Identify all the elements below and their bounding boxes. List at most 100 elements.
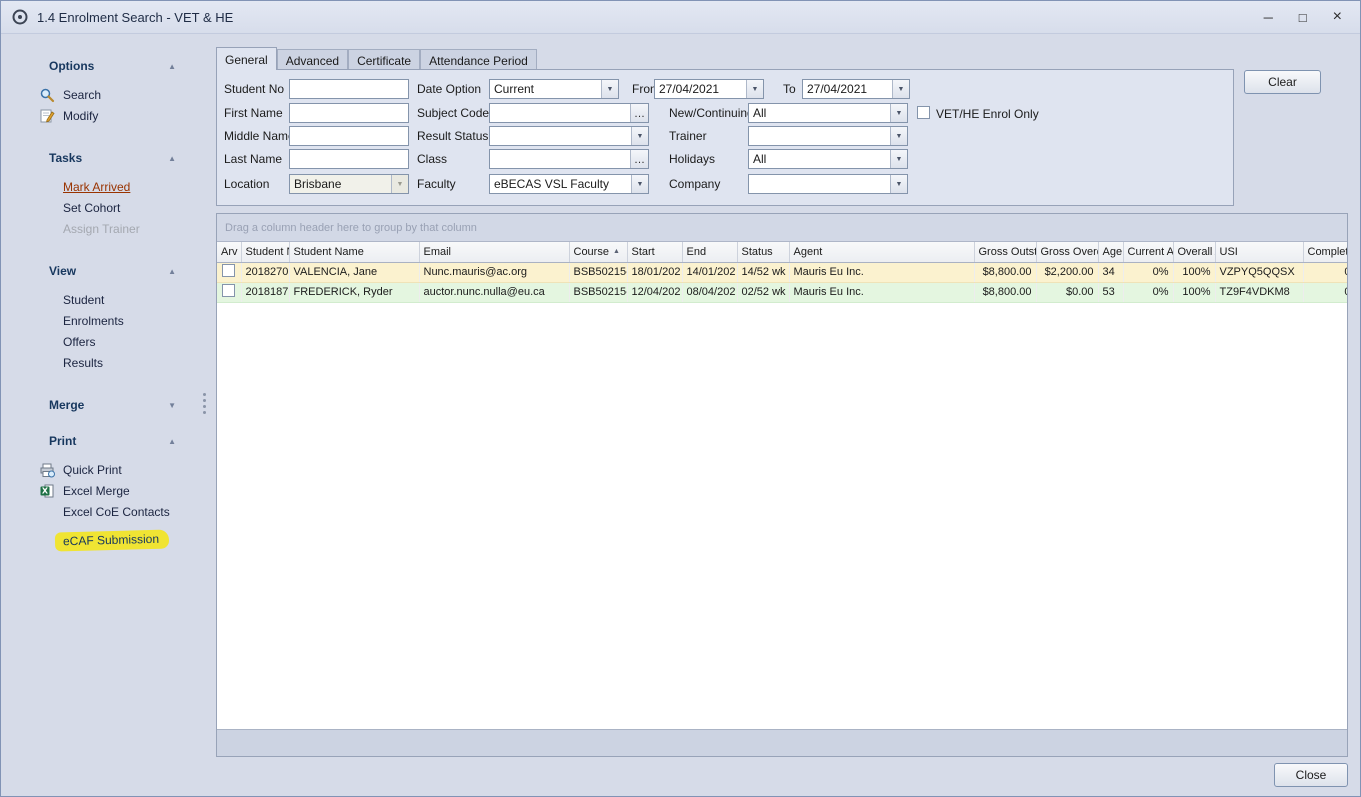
faculty-label: Faculty: [417, 176, 456, 192]
dropdown-arrow-icon[interactable]: ▼: [890, 175, 907, 193]
first-name-input[interactable]: [290, 104, 408, 122]
sidebar-item-mark-arrived[interactable]: Mark Arrived: [1, 176, 206, 197]
trainer-select[interactable]: ▼: [748, 126, 908, 146]
column-header-student-name[interactable]: Student Name: [289, 242, 419, 262]
column-header-end[interactable]: End: [682, 242, 737, 262]
column-header-gross-overdue[interactable]: Gross Overd: [1036, 242, 1098, 262]
column-header-course[interactable]: Course ▲: [569, 242, 627, 262]
collapse-up-icon: ▲: [168, 62, 176, 71]
middle-name-input[interactable]: [290, 127, 408, 145]
cell-student-no: 2018270: [241, 262, 289, 282]
column-header-overall-att[interactable]: Overall At: [1173, 242, 1215, 262]
dropdown-arrow-icon[interactable]: ▼: [890, 127, 907, 145]
minimize-button[interactable]: ─: [1264, 11, 1273, 24]
dropdown-arrow-icon[interactable]: ▼: [631, 127, 648, 145]
date-option-value: Current: [490, 80, 601, 98]
column-header-student-no[interactable]: Student No: [241, 242, 289, 262]
sidebar-item-enrolments[interactable]: Enrolments: [1, 310, 206, 331]
sidebar-item-label: Quick Print: [63, 463, 122, 477]
middle-name-label: Middle Name: [224, 128, 295, 144]
sidebar-item-label: Assign Trainer: [63, 222, 140, 236]
result-status-value: [490, 127, 631, 145]
student-no-input[interactable]: [290, 80, 408, 98]
from-date-value: 27/04/2021: [655, 80, 746, 98]
sort-asc-icon: ▲: [613, 248, 620, 255]
sidebar-item-student[interactable]: Student: [1, 289, 206, 310]
edit-icon: [39, 108, 55, 124]
maximize-button[interactable]: □: [1299, 11, 1307, 24]
subject-code-input[interactable]: [490, 104, 630, 122]
section-header-view[interactable]: View ▲: [1, 261, 206, 281]
section-header-options[interactable]: Options ▲: [1, 56, 206, 76]
sidebar-item-results[interactable]: Results: [1, 352, 206, 373]
table-row[interactable]: 2018270 VALENCIA, Jane Nunc.mauris@ac.or…: [217, 262, 1348, 282]
location-label: Location: [224, 176, 269, 192]
vet-he-checkbox[interactable]: [917, 106, 930, 119]
first-name-input-wrap: [289, 103, 409, 123]
result-status-select[interactable]: ▼: [489, 126, 649, 146]
sidebar-item-excel-coe-contacts[interactable]: Excel CoE Contacts: [1, 501, 206, 522]
sidebar-item-excel-merge[interactable]: X Excel Merge: [1, 480, 206, 501]
table-row[interactable]: 2018187 FREDERICK, Ryder auctor.nunc.nul…: [217, 282, 1348, 302]
sidebar-item-ecaf-submission[interactable]: eCAF Submission: [1, 530, 206, 551]
close-button[interactable]: Close: [1274, 763, 1348, 787]
column-header-gross-outst[interactable]: Gross Outst: [974, 242, 1036, 262]
dropdown-arrow-icon[interactable]: ▼: [890, 104, 907, 122]
column-header-agent[interactable]: Agent: [789, 242, 974, 262]
sidebar-item-label: Offers: [63, 335, 95, 349]
column-header-status[interactable]: Status: [737, 242, 789, 262]
faculty-select[interactable]: eBECAS VSL Faculty ▼: [489, 174, 649, 194]
tab-advanced[interactable]: Advanced: [277, 49, 348, 70]
subject-code-lookup-button[interactable]: …: [630, 104, 648, 122]
class-input[interactable]: [490, 150, 630, 168]
column-header-label: Course: [574, 246, 609, 258]
arrived-checkbox[interactable]: [222, 264, 235, 277]
dropdown-arrow-icon[interactable]: ▼: [746, 80, 763, 98]
sidebar-item-label: Modify: [63, 109, 98, 123]
section-header-print[interactable]: Print ▲: [1, 431, 206, 451]
sidebar-item-quick-print[interactable]: Quick Print: [1, 459, 206, 480]
last-name-input[interactable]: [290, 150, 408, 168]
collapse-up-icon: ▲: [168, 267, 176, 276]
class-lookup-button[interactable]: …: [630, 150, 648, 168]
dropdown-arrow-icon[interactable]: ▼: [391, 175, 408, 193]
clear-button[interactable]: Clear: [1244, 70, 1321, 94]
column-header-start[interactable]: Start: [627, 242, 682, 262]
result-status-label: Result Status: [417, 128, 488, 144]
to-date-select[interactable]: 27/04/2021 ▼: [802, 79, 910, 99]
close-window-button[interactable]: ×: [1333, 9, 1342, 25]
column-header-age[interactable]: Age: [1098, 242, 1123, 262]
date-option-select[interactable]: Current ▼: [489, 79, 619, 99]
tab-attendance-period[interactable]: Attendance Period: [420, 49, 537, 70]
arrived-checkbox[interactable]: [222, 284, 235, 297]
cell-gross-overdue: $0.00: [1036, 282, 1098, 302]
section-header-merge[interactable]: Merge ▼: [1, 395, 206, 415]
holidays-select[interactable]: All ▼: [748, 149, 908, 169]
cell-end: 08/04/202: [682, 282, 737, 302]
column-header-completed[interactable]: Completed: [1303, 242, 1348, 262]
sidebar-item-search[interactable]: Search: [1, 84, 206, 105]
new-continuing-select[interactable]: All ▼: [748, 103, 908, 123]
tab-general[interactable]: General: [216, 47, 277, 70]
column-header-current-att[interactable]: Current Att: [1123, 242, 1173, 262]
company-value: [749, 175, 890, 193]
column-header-arrived[interactable]: Arv: [217, 242, 241, 262]
location-select[interactable]: Brisbane ▼: [289, 174, 409, 194]
dropdown-arrow-icon[interactable]: ▼: [631, 175, 648, 193]
cell-gross-outst: $8,800.00: [974, 262, 1036, 282]
dropdown-arrow-icon[interactable]: ▼: [890, 150, 907, 168]
splitter-handle[interactable]: [201, 393, 207, 415]
column-header-usi[interactable]: USI: [1215, 242, 1303, 262]
group-by-bar[interactable]: Drag a column header here to group by th…: [217, 214, 1347, 242]
section-header-tasks[interactable]: Tasks ▲: [1, 148, 206, 168]
sidebar-item-set-cohort[interactable]: Set Cohort: [1, 197, 206, 218]
column-header-email[interactable]: Email: [419, 242, 569, 262]
company-select[interactable]: ▼: [748, 174, 908, 194]
from-date-select[interactable]: 27/04/2021 ▼: [654, 79, 764, 99]
sidebar-item-label: Results: [63, 356, 103, 370]
sidebar-item-offers[interactable]: Offers: [1, 331, 206, 352]
dropdown-arrow-icon[interactable]: ▼: [892, 80, 909, 98]
tab-certificate[interactable]: Certificate: [348, 49, 420, 70]
dropdown-arrow-icon[interactable]: ▼: [601, 80, 618, 98]
sidebar-item-modify[interactable]: Modify: [1, 105, 206, 126]
